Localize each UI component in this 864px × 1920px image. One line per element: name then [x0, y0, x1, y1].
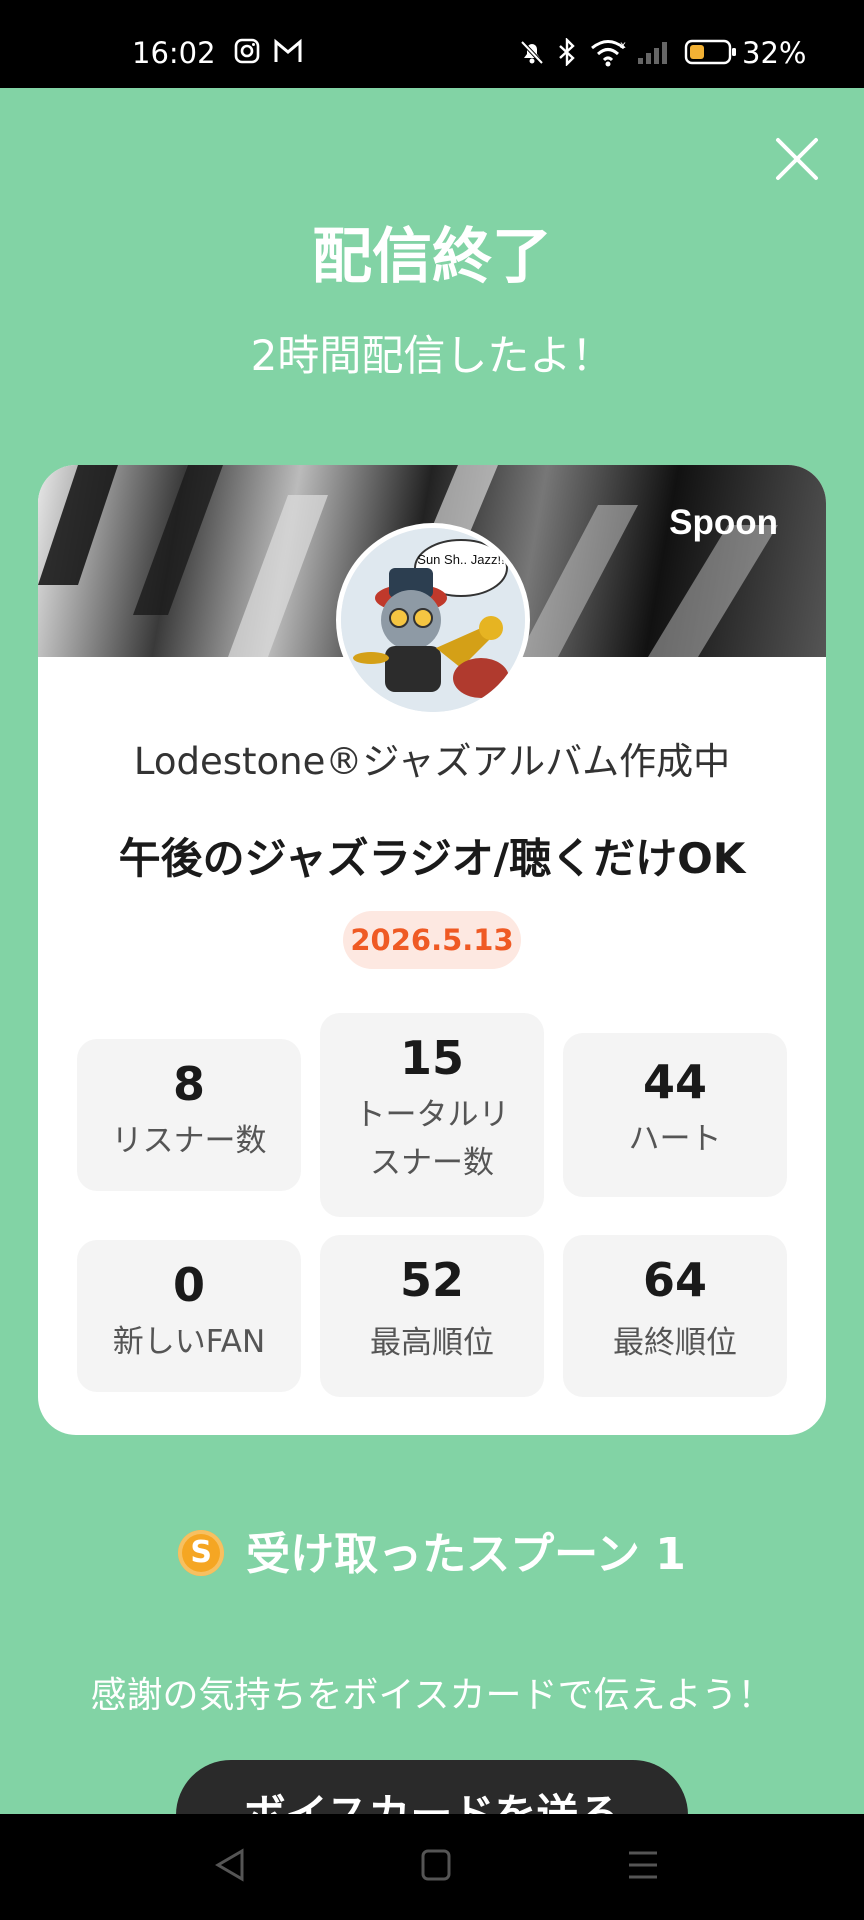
stat-label: 最高順位 — [370, 1325, 494, 1361]
stat-new-fans: 0 新しいFAN — [77, 1240, 301, 1392]
menu-icon[interactable] — [626, 1848, 660, 1886]
stat-label: トータルリ — [354, 1097, 510, 1133]
spoon-logo: Spoon — [669, 503, 778, 542]
spoon-coin-icon: S — [178, 1530, 225, 1576]
signal-icon — [636, 38, 672, 70]
stat-value: 44 — [642, 1055, 707, 1109]
thanks-message: 感謝の気持ちをボイスカードで伝えよう！ — [90, 1675, 774, 1716]
spoons-received: S 受け取ったスプーン 1 — [0, 1518, 864, 1582]
stat-listeners: 8 リスナー数 — [77, 1039, 301, 1191]
close-icon — [776, 138, 818, 180]
stat-label: 最終順位 — [613, 1325, 737, 1361]
status-bar: 16:02 x 32% — [0, 0, 864, 88]
back-icon[interactable] — [214, 1848, 246, 1886]
date-badge: 2026.5.13 — [343, 911, 521, 969]
instagram-icon — [234, 38, 260, 68]
stat-label: 新しいFAN — [112, 1324, 266, 1360]
bluetooth-icon — [556, 37, 578, 70]
live-title: 午後のジャズラジオ/聴くだけOK — [118, 834, 746, 883]
stat-value: 64 — [642, 1253, 707, 1307]
dj-name: Lodestone®ジャズアルバム作成中 — [133, 740, 731, 783]
stat-highest-rank: 52 最高順位 — [320, 1235, 544, 1397]
stat-hearts: 44 ハート — [563, 1033, 787, 1197]
page-title: 配信終了 — [312, 222, 552, 292]
status-time: 16:02 — [132, 36, 216, 70]
stat-label-line2: スナー数 — [370, 1145, 494, 1181]
close-button[interactable] — [772, 134, 822, 184]
spoons-label: 受け取ったスプーン 1 — [246, 1529, 686, 1580]
home-icon[interactable] — [420, 1848, 452, 1886]
battery-icon — [684, 38, 738, 70]
stat-label: ハート — [628, 1121, 722, 1157]
stat-value: 15 — [399, 1031, 464, 1085]
svg-text:x: x — [620, 40, 626, 51]
stat-value: 0 — [172, 1258, 205, 1312]
stat-label: リスナー数 — [111, 1123, 267, 1159]
system-nav-bar — [0, 1814, 864, 1920]
mute-icon — [518, 38, 546, 70]
stat-value: 8 — [172, 1057, 205, 1111]
stat-value: 52 — [399, 1253, 464, 1307]
stat-final-rank: 64 最終順位 — [563, 1235, 787, 1397]
avatar: Sun Sh.. Jazz!! — [336, 523, 530, 717]
stat-total-listeners: 15 トータルリ スナー数 — [320, 1013, 544, 1217]
broadcast-duration: 2時間配信したよ！ — [250, 331, 614, 380]
summary-card: Spoon Sun Sh.. Jazz!! Lodestone®ジャズアルバム作… — [38, 465, 826, 1435]
avatar-speech: Sun Sh.. Jazz!! — [417, 552, 504, 567]
wifi-icon: x — [590, 38, 630, 72]
gmail-icon — [274, 38, 302, 68]
battery-percent: 32% — [742, 36, 807, 70]
